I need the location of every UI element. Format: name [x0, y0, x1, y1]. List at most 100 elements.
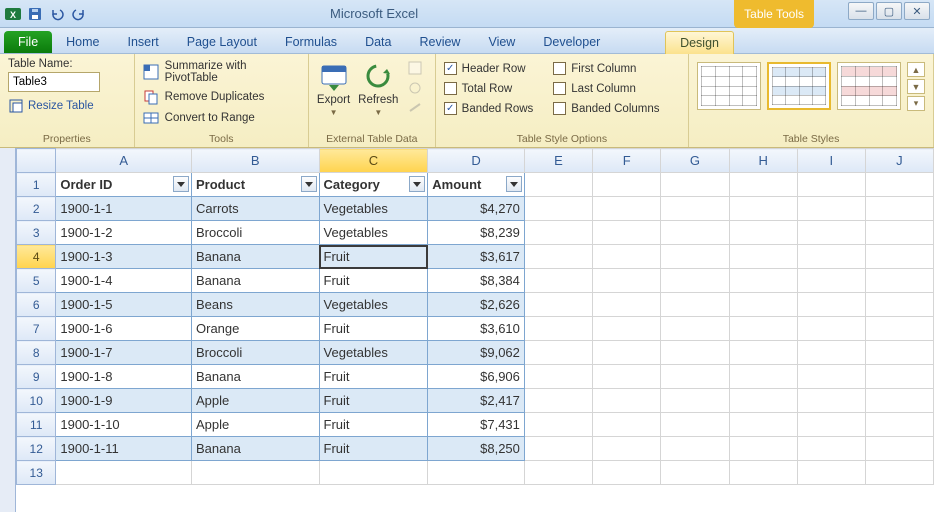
filter-button[interactable] — [409, 176, 425, 192]
convert-to-range-button[interactable]: Convert to Range — [143, 110, 300, 126]
tab-design[interactable]: Design — [665, 31, 734, 54]
refresh-button[interactable]: Refresh ▼ — [358, 60, 398, 117]
tab-home[interactable]: Home — [52, 31, 113, 53]
col-header[interactable]: D — [428, 149, 525, 173]
summarize-pivottable-button[interactable]: Summarize with PivotTable — [143, 60, 300, 84]
minimize-button[interactable]: — — [848, 2, 874, 20]
col-header[interactable]: J — [865, 149, 933, 173]
cell[interactable]: 1900-1-5 — [56, 293, 192, 317]
maximize-button[interactable]: ▢ — [876, 2, 902, 20]
cell[interactable]: Banana — [192, 245, 320, 269]
table-style-swatch[interactable] — [767, 62, 831, 110]
table-style-swatch[interactable] — [697, 62, 761, 110]
cell[interactable]: Fruit — [319, 269, 428, 293]
cell[interactable]: 1900-1-2 — [56, 221, 192, 245]
first-column-checkbox[interactable]: First Column — [553, 62, 659, 75]
col-header[interactable]: I — [797, 149, 865, 173]
row-header[interactable]: 13 — [17, 461, 56, 485]
banded-columns-checkbox[interactable]: Banded Columns — [553, 102, 659, 115]
last-column-checkbox[interactable]: Last Column — [553, 82, 659, 95]
tab-developer[interactable]: Developer — [529, 31, 614, 53]
cell[interactable]: 1900-1-10 — [56, 413, 192, 437]
row-header[interactable]: 4 — [17, 245, 56, 269]
row-header[interactable]: 1 — [17, 173, 56, 197]
spreadsheet-grid[interactable]: A B C D E F G H I J 1 Order ID Product C… — [16, 148, 934, 485]
cell[interactable]: 1900-1-1 — [56, 197, 192, 221]
close-button[interactable]: ✕ — [904, 2, 930, 20]
col-header[interactable]: C — [319, 149, 428, 173]
table-header-cell[interactable]: Category — [319, 173, 428, 197]
row-header[interactable]: 7 — [17, 317, 56, 341]
table-header-cell[interactable]: Product — [192, 173, 320, 197]
gallery-scroll-down[interactable]: ▼ — [907, 79, 925, 94]
cell[interactable]: 1900-1-6 — [56, 317, 192, 341]
unlink-icon[interactable] — [406, 100, 424, 116]
cell[interactable]: Broccoli — [192, 221, 320, 245]
cell[interactable]: Fruit — [319, 245, 428, 269]
cell[interactable]: Fruit — [319, 317, 428, 341]
cell[interactable]: Vegetables — [319, 293, 428, 317]
gallery-more[interactable]: ▾ — [907, 96, 925, 111]
col-header[interactable]: A — [56, 149, 192, 173]
filter-button[interactable] — [301, 176, 317, 192]
cell[interactable]: 1900-1-9 — [56, 389, 192, 413]
cell[interactable]: Orange — [192, 317, 320, 341]
row-header[interactable]: 6 — [17, 293, 56, 317]
cell[interactable]: Fruit — [319, 437, 428, 461]
open-browser-icon[interactable] — [406, 80, 424, 96]
row-header[interactable]: 5 — [17, 269, 56, 293]
cell[interactable]: $2,417 — [428, 389, 525, 413]
cell[interactable]: Apple — [192, 389, 320, 413]
gallery-scroll-up[interactable]: ▲ — [907, 62, 925, 77]
cell[interactable]: $8,239 — [428, 221, 525, 245]
cell[interactable]: Fruit — [319, 413, 428, 437]
cell[interactable]: $4,270 — [428, 197, 525, 221]
tab-file[interactable]: File — [4, 31, 52, 53]
tab-view[interactable]: View — [474, 31, 529, 53]
col-header[interactable]: B — [192, 149, 320, 173]
cell[interactable]: 1900-1-3 — [56, 245, 192, 269]
row-header[interactable]: 11 — [17, 413, 56, 437]
cell[interactable]: $2,626 — [428, 293, 525, 317]
filter-button[interactable] — [173, 176, 189, 192]
row-header[interactable]: 9 — [17, 365, 56, 389]
col-header[interactable]: G — [661, 149, 729, 173]
cell[interactable]: Vegetables — [319, 221, 428, 245]
banded-rows-checkbox[interactable]: ✓Banded Rows — [444, 102, 534, 115]
row-header[interactable]: 10 — [17, 389, 56, 413]
row-header[interactable]: 8 — [17, 341, 56, 365]
row-header[interactable]: 3 — [17, 221, 56, 245]
tab-insert[interactable]: Insert — [114, 31, 173, 53]
table-header-cell[interactable]: Amount — [428, 173, 525, 197]
cell[interactable]: 1900-1-8 — [56, 365, 192, 389]
tab-page-layout[interactable]: Page Layout — [173, 31, 271, 53]
cell[interactable]: Vegetables — [319, 197, 428, 221]
cell[interactable]: Carrots — [192, 197, 320, 221]
resize-table-button[interactable]: Resize Table — [8, 98, 126, 114]
undo-icon[interactable] — [48, 5, 66, 23]
tab-formulas[interactable]: Formulas — [271, 31, 351, 53]
row-header[interactable]: 2 — [17, 197, 56, 221]
cell[interactable]: $8,250 — [428, 437, 525, 461]
total-row-checkbox[interactable]: Total Row — [444, 82, 534, 95]
cell[interactable]: $6,906 — [428, 365, 525, 389]
properties-icon[interactable] — [406, 60, 424, 76]
export-button[interactable]: Export ▼ — [317, 60, 350, 117]
col-header[interactable]: E — [524, 149, 592, 173]
cell[interactable]: Banana — [192, 365, 320, 389]
cell[interactable]: Vegetables — [319, 341, 428, 365]
tab-review[interactable]: Review — [405, 31, 474, 53]
col-header[interactable]: F — [593, 149, 661, 173]
cell[interactable]: $8,384 — [428, 269, 525, 293]
col-header[interactable]: H — [729, 149, 797, 173]
cell[interactable]: 1900-1-11 — [56, 437, 192, 461]
save-icon[interactable] — [26, 5, 44, 23]
filter-button[interactable] — [506, 176, 522, 192]
cell[interactable]: $3,617 — [428, 245, 525, 269]
cell[interactable]: 1900-1-7 — [56, 341, 192, 365]
cell[interactable]: $3,610 — [428, 317, 525, 341]
cell[interactable]: 1900-1-4 — [56, 269, 192, 293]
remove-duplicates-button[interactable]: Remove Duplicates — [143, 89, 300, 105]
table-header-cell[interactable]: Order ID — [56, 173, 192, 197]
cell[interactable]: $7,431 — [428, 413, 525, 437]
